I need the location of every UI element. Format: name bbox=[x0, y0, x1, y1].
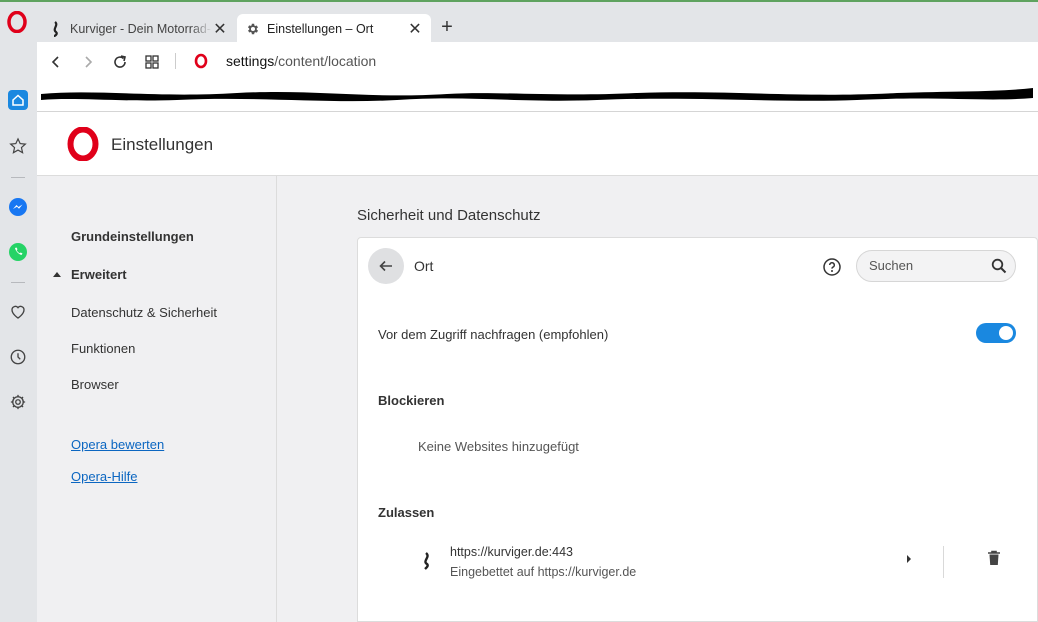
redaction-scribble bbox=[37, 80, 1038, 112]
gear-icon bbox=[245, 21, 261, 37]
sidebar-divider bbox=[11, 177, 25, 178]
allowed-site-url: https://kurviger.de:443 bbox=[450, 545, 573, 559]
clock-icon[interactable] bbox=[6, 345, 30, 369]
opera-menu-icon[interactable] bbox=[6, 11, 28, 33]
page-heading: Ort bbox=[414, 258, 434, 274]
settings-header: Einstellungen bbox=[37, 112, 1038, 176]
address-bar: settings/content/location bbox=[37, 42, 1038, 80]
tab-settings-location[interactable]: Einstellungen – Ort ✕ bbox=[237, 14, 431, 44]
ask-before-access-label: Vor dem Zugriff nachfragen (empfohlen) bbox=[378, 327, 609, 342]
link-opera-help[interactable]: Opera-Hilfe bbox=[71, 469, 137, 484]
forward-icon[interactable] bbox=[77, 51, 99, 73]
back-icon[interactable] bbox=[45, 51, 67, 73]
opera-logo-icon bbox=[67, 127, 99, 161]
search-icon[interactable] bbox=[991, 258, 1007, 274]
nav-advanced[interactable]: Erweitert bbox=[71, 267, 127, 282]
location-card: Ort Vor dem Zugriff nachfragen (empfohle… bbox=[357, 237, 1038, 622]
whatsapp-icon[interactable] bbox=[6, 240, 30, 264]
allow-title: Zulassen bbox=[378, 505, 435, 520]
close-icon[interactable]: ✕ bbox=[407, 19, 423, 39]
delete-site-button[interactable] bbox=[983, 547, 1005, 569]
link-rate-opera[interactable]: Opera bewerten bbox=[71, 437, 164, 452]
search-box bbox=[856, 250, 1016, 282]
site-details-arrow-icon[interactable] bbox=[901, 551, 917, 567]
help-icon[interactable] bbox=[822, 257, 842, 277]
url-path: /content/location bbox=[274, 53, 377, 69]
kurviger-site-icon bbox=[424, 552, 429, 570]
settings-nav: Grundeinstellungen Erweitert Datenschutz… bbox=[37, 176, 277, 622]
nav-browser[interactable]: Browser bbox=[71, 377, 119, 392]
section-title: Sicherheit und Datenschutz bbox=[357, 207, 541, 224]
tab-title: Einstellungen – Ort bbox=[267, 22, 374, 36]
toggle-knob bbox=[999, 326, 1013, 340]
ask-before-access-toggle[interactable] bbox=[976, 323, 1016, 343]
page-title: Einstellungen bbox=[111, 135, 214, 154]
new-tab-button[interactable]: + bbox=[437, 16, 457, 39]
nav-privacy[interactable]: Datenschutz & Sicherheit bbox=[71, 305, 217, 320]
nav-features[interactable]: Funktionen bbox=[71, 341, 135, 356]
expand-triangle-icon[interactable] bbox=[53, 272, 61, 277]
url-host: settings bbox=[226, 53, 275, 69]
heart-icon[interactable] bbox=[6, 300, 30, 324]
back-button[interactable] bbox=[368, 248, 404, 284]
tab-bar: Kurviger - Dein Motorrad-Routenplaner ✕ … bbox=[0, 0, 1038, 44]
tiles-icon[interactable] bbox=[141, 51, 163, 73]
kurviger-favicon bbox=[48, 21, 64, 37]
settings-gear-icon[interactable] bbox=[6, 390, 30, 414]
search-input[interactable] bbox=[869, 258, 981, 273]
close-icon[interactable]: ✕ bbox=[212, 19, 228, 39]
trash-icon bbox=[988, 550, 1000, 565]
tab-title: Kurviger - Dein Motorrad-Routenplaner bbox=[70, 22, 212, 36]
block-title: Blockieren bbox=[378, 393, 445, 408]
row-divider bbox=[943, 546, 944, 578]
messenger-icon[interactable] bbox=[6, 195, 30, 219]
opera-site-icon bbox=[194, 53, 208, 69]
address-divider bbox=[175, 53, 176, 69]
nav-basic[interactable]: Grundeinstellungen bbox=[71, 229, 194, 244]
home-icon[interactable] bbox=[6, 88, 30, 112]
star-icon[interactable] bbox=[6, 134, 30, 158]
reload-icon[interactable] bbox=[109, 51, 131, 73]
block-empty-text: Keine Websites hinzugefügt bbox=[418, 439, 579, 454]
arrow-left-icon bbox=[379, 260, 392, 272]
sidebar-divider bbox=[11, 282, 25, 283]
allowed-site-embedded: Eingebettet auf https://kurviger.de bbox=[450, 565, 637, 579]
main-content: Sicherheit und Datenschutz Ort Vor dem Z… bbox=[277, 176, 1038, 622]
tab-kurviger[interactable]: Kurviger - Dein Motorrad-Routenplaner ✕ bbox=[40, 14, 236, 44]
url-field[interactable]: settings/content/location bbox=[226, 53, 376, 69]
sidebar bbox=[0, 42, 37, 622]
